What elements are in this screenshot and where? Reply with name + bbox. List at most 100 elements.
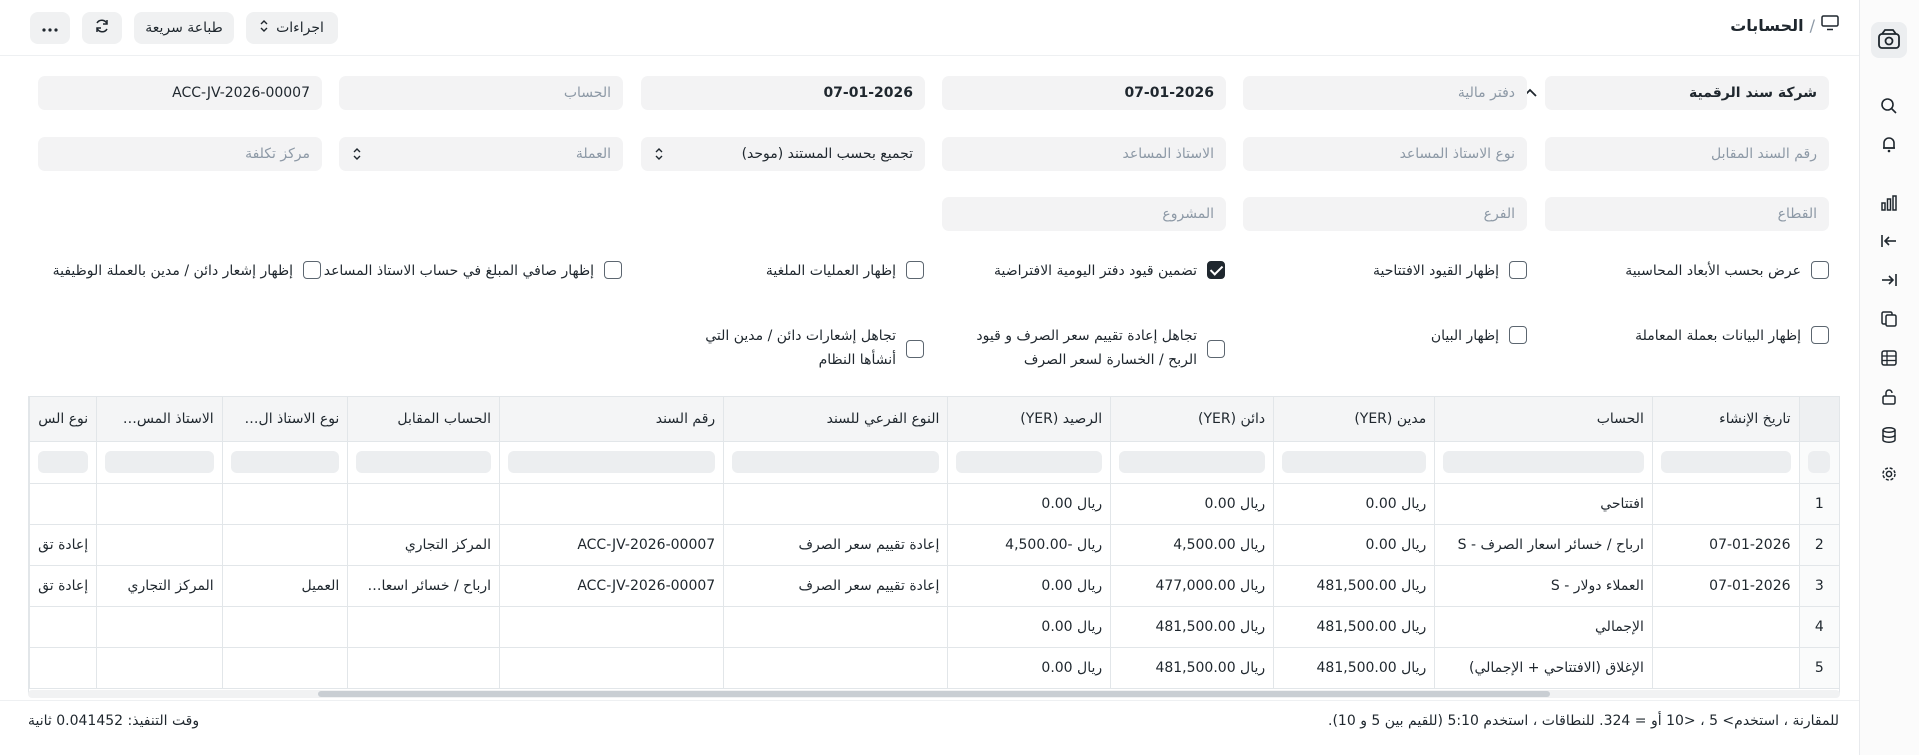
table-cell[interactable]: ريال 0.00 [1110,483,1274,525]
table-row[interactable]: 4 الإجمالي ريال 481,500.00 ريال 481,500.00 ر… [29,606,1839,648]
actions-button[interactable]: اجراءات [246,12,338,44]
finance-book-field[interactable]: دفتر مالية [1243,76,1527,110]
table-row[interactable]: 5 الإغلاق (الافتتاحي + الإجمالي) ريال 481,… [29,647,1839,689]
checkbox-box[interactable] [1509,261,1527,279]
table-cell[interactable]: المركز التجاري [96,565,223,607]
company-field[interactable]: شركة سند الرقمية [1545,76,1829,110]
project-field[interactable]: المشروع [942,197,1226,231]
checkbox-ignore-exchange-revaluation[interactable]: تجاهل إعادة تقييم سعر الصرف و قيود الربح… [969,324,1225,372]
table-cell[interactable]: الإجمالي [1434,606,1653,648]
table-cell[interactable] [221,647,348,689]
from-date-field[interactable]: 07-01-2026 [942,76,1226,110]
more-options-button[interactable] [30,12,70,44]
column-filter-input[interactable] [947,441,1111,484]
table-cell[interactable] [29,647,97,689]
checkbox-box[interactable] [1509,326,1527,344]
table-cell[interactable] [96,524,223,566]
table-cell[interactable] [96,606,223,648]
chart-icon[interactable] [1879,193,1899,213]
table-cell[interactable]: ريال 0.00 [947,483,1111,525]
table-cell[interactable]: ACC-JV-2026-00007 [499,524,724,566]
checkbox-show-remarks[interactable]: إظهار البيان [1431,324,1527,348]
cost-center-field[interactable]: مركز تكلفة [38,137,322,171]
checkbox-box[interactable] [303,261,321,279]
table-cell[interactable] [723,606,948,648]
party-field[interactable]: الاستاذ المساعد [942,137,1226,171]
checkbox-box[interactable] [906,261,924,279]
table-cell[interactable]: الإغلاق (الافتتاحي + الإجمالي) [1434,647,1653,689]
column-header[interactable]: رقم السند [499,397,724,442]
table-cell[interactable]: افتتاحي [1434,483,1653,525]
checkbox-box[interactable] [604,261,622,279]
account-field[interactable]: الحساب [339,76,623,110]
checkbox-accounting-dimensions[interactable]: عرض بحسب الأبعاد المحاسبية [1625,259,1829,283]
arrow-left-to-line-icon[interactable] [1879,231,1899,251]
column-filter-input[interactable] [723,441,948,484]
table-cell[interactable] [723,483,948,525]
checkbox-box-checked[interactable] [1207,261,1225,279]
column-header[interactable]: نوع الس [29,397,97,442]
column-filter-input[interactable] [499,441,724,484]
column-filter-input[interactable] [29,441,97,484]
search-icon[interactable] [1879,96,1899,116]
table-cell[interactable] [221,524,348,566]
voucher-no-field[interactable]: ACC-JV-2026-00007 [38,76,322,110]
table-row[interactable]: 1 افتتاحي ريال 0.00 ريال 0.00 ريال 0.00 [29,483,1839,525]
table-cell[interactable]: ريال 0.00 [947,606,1111,648]
table-cell[interactable] [29,606,97,648]
group-by-select[interactable]: تجميع بحسب المستند (موحد) [641,137,925,171]
table-cell[interactable] [499,606,724,648]
table-cell[interactable] [347,606,500,648]
currency-select[interactable]: العملة [339,137,623,171]
column-filter-input[interactable] [221,441,348,484]
table-cell[interactable]: إعادة تق [29,524,97,566]
table-cell[interactable] [1651,647,1800,689]
quick-print-button[interactable]: طباعة سريعة [134,12,234,44]
table-cell[interactable] [29,483,97,525]
table-cell[interactable]: ريال 481,500.00 [1110,606,1274,648]
arrow-right-to-line-icon[interactable] [1879,270,1899,290]
checkbox-box[interactable] [1811,326,1829,344]
table-cell[interactable] [499,647,724,689]
checkbox-credit-debit-functional[interactable]: إظهار إشعار دائن / مدين بالعملة الوظيفية [53,259,321,283]
table-cell[interactable]: ارباح / خسائر اسعار الصرف - S [1434,524,1653,566]
table-cell[interactable]: ريال 0.00 [947,565,1111,607]
table-cell[interactable]: ريال 0.00 [1273,524,1435,566]
column-filter-input[interactable] [1110,441,1274,484]
checkbox-box[interactable] [906,340,924,358]
app-logo-icon[interactable] [1871,22,1907,58]
column-header[interactable]: الحساب [1434,397,1653,442]
column-filter-input[interactable] [1273,441,1435,484]
column-header[interactable]: النوع الفرعي للسند [723,397,948,442]
table-cell[interactable]: ريال 481,500.00 [1110,647,1274,689]
table-cell[interactable]: ريال 481,500.00 [1273,565,1435,607]
column-header[interactable]: مدين (YER) [1273,397,1435,442]
column-header[interactable]: الحساب المقابل [347,397,500,442]
table-cell[interactable]: إعادة تقييم سعر الصرف [723,565,948,607]
table-cell[interactable] [347,483,500,525]
checkbox-default-journal-entries[interactable]: تضمين قيود دفتر اليومية الافتراضية [994,259,1225,283]
column-filter-input[interactable] [96,441,223,484]
table-cell[interactable] [221,606,348,648]
party-type-field[interactable]: نوع الاستاذ المساعد [1243,137,1527,171]
gear-icon[interactable] [1879,464,1899,484]
table-cell[interactable]: إعادة تقييم سعر الصرف [723,524,948,566]
scrollbar-thumb[interactable] [318,691,1550,697]
checkbox-box[interactable] [1811,261,1829,279]
table-cell[interactable]: ريال 481,500.00 [1273,647,1435,689]
bell-icon[interactable] [1879,134,1899,154]
table-cell[interactable]: ريال 481,500.00 [1273,606,1435,648]
table-cell[interactable] [1651,483,1800,525]
table-cell[interactable]: ريال 477,000.00 [1110,565,1274,607]
table-cell[interactable] [96,483,223,525]
database-icon[interactable] [1879,425,1899,445]
table-cell[interactable] [723,647,948,689]
checkbox-ignore-system-notes[interactable]: تجاهل إشعارات دائن / مدين التي أنشأها ال… [668,324,924,372]
horizontal-scrollbar[interactable] [28,690,1840,698]
checkbox-box[interactable] [1207,340,1225,358]
sector-field[interactable]: القطاع [1545,197,1829,231]
documents-icon[interactable] [1879,309,1899,329]
monitor-icon[interactable] [1821,15,1839,35]
table-cell[interactable]: ارباح / خسائر اسعا… [347,565,500,607]
table-cell[interactable]: العملاء دولار - S [1434,565,1653,607]
